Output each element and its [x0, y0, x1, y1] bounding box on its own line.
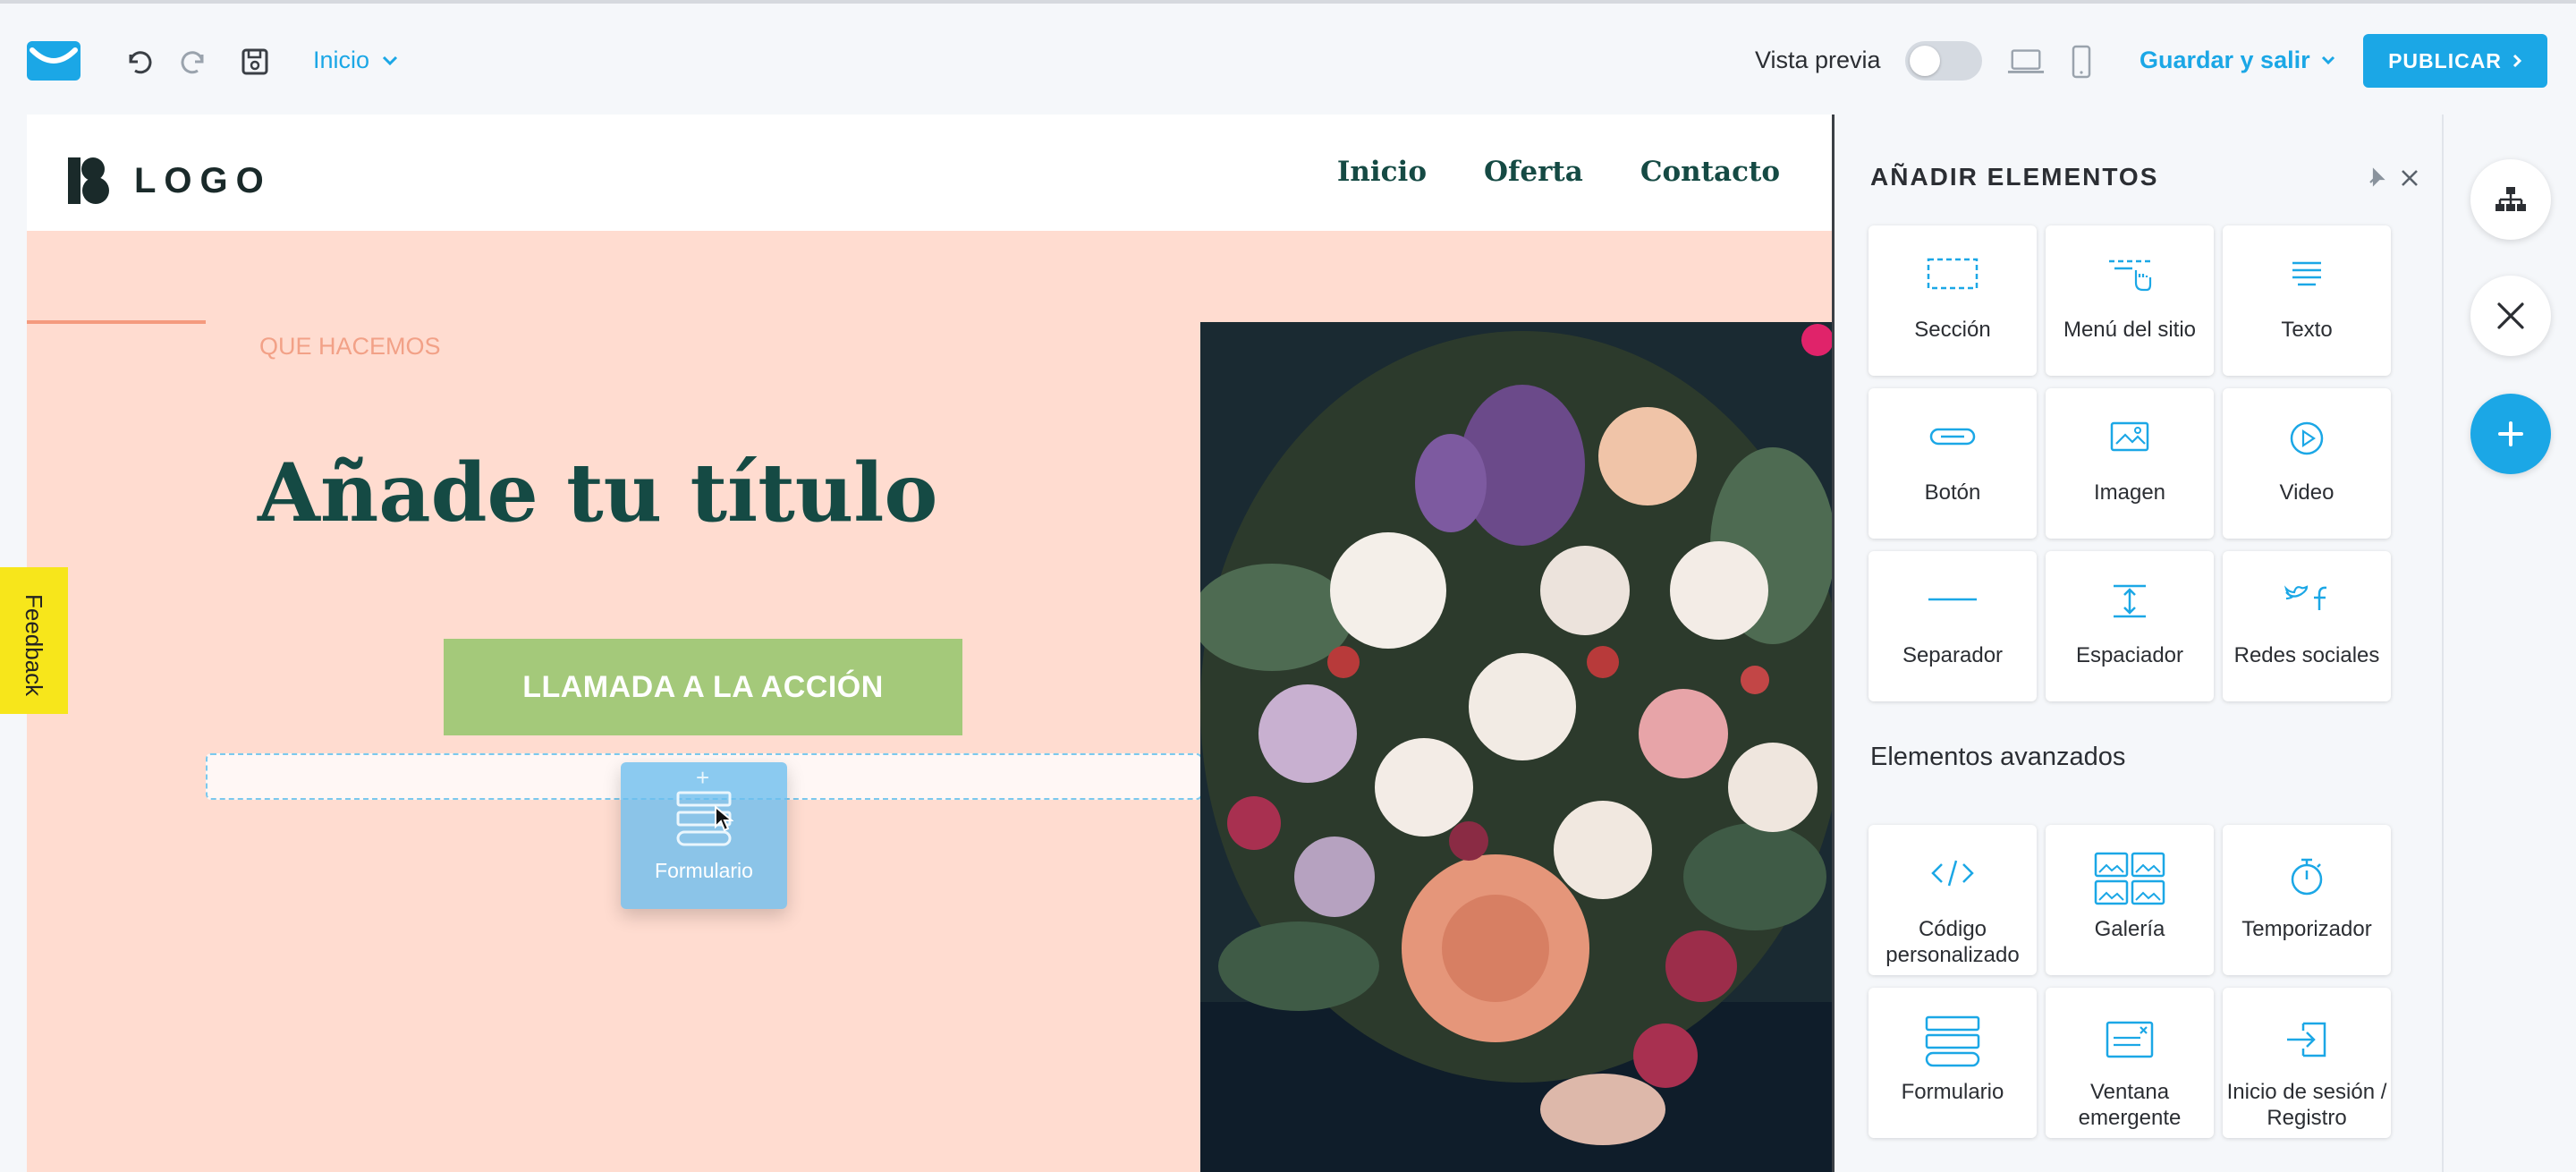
site-menu-icon	[2109, 259, 2152, 292]
tile-gallery[interactable]: Galería	[2046, 825, 2214, 975]
flower-bouquet-image[interactable]	[1200, 322, 1834, 1172]
gallery-icon	[2094, 852, 2165, 905]
logo-text: LOGO	[134, 160, 272, 200]
tile-label: Ventana emergente	[2078, 1080, 2182, 1130]
preview-label: Vista previa	[1755, 47, 1881, 73]
feedback-tab[interactable]: Feedback	[0, 567, 68, 714]
code-icon	[1931, 860, 1974, 887]
chevron-right-icon	[2512, 54, 2522, 68]
video-icon	[2290, 421, 2324, 455]
tile-label: Inicio de sesión / Registro	[2226, 1080, 2387, 1130]
tile-text[interactable]: Texto	[2223, 225, 2391, 376]
tile-spacer[interactable]: Espaciador	[2046, 551, 2214, 701]
page-selector-label: Inicio	[313, 47, 370, 73]
tile-image[interactable]: Imagen	[2046, 388, 2214, 539]
tile-label: Imagen	[2093, 480, 2166, 505]
nav-item-inicio[interactable]: Inicio	[1337, 156, 1427, 188]
tile-label: Espaciador	[2075, 643, 2184, 667]
nav-item-oferta[interactable]: Oferta	[1484, 156, 1583, 188]
timer-icon	[2291, 858, 2323, 896]
advanced-section-title: Elementos avanzados	[1870, 743, 2126, 771]
image-icon	[2110, 421, 2149, 452]
publish-button[interactable]: PUBLICAR	[2363, 34, 2547, 88]
tile-label: Botón	[1924, 480, 1981, 505]
toggle-knob	[1910, 46, 1940, 76]
cta-button[interactable]: LLAMADA A LA ACCIÓN	[444, 639, 962, 735]
getresponse-logo-icon[interactable]	[27, 41, 80, 81]
pin-icon[interactable]	[2365, 166, 2386, 188]
plus-icon	[2498, 421, 2523, 446]
panel-title: AÑADIR ELEMENTOS	[1870, 163, 2159, 191]
chevron-down-icon	[2321, 55, 2334, 65]
section-icon	[1927, 258, 1979, 290]
preview-toggle[interactable]	[1905, 41, 1982, 81]
tile-timer[interactable]: Temporizador	[2223, 825, 2391, 975]
redo-icon[interactable]	[175, 43, 213, 81]
tile-login[interactable]: Inicio de sesión / Registro	[2223, 988, 2391, 1138]
spacer-icon	[2114, 584, 2146, 618]
tile-label: Redes sociales	[2233, 643, 2380, 667]
tile-custom-code[interactable]: Código personalizado	[1868, 825, 2037, 975]
tools-button[interactable]	[2470, 276, 2551, 356]
mouse-cursor-icon	[715, 805, 733, 832]
site-logo[interactable]: LOGO	[68, 157, 272, 204]
tile-video[interactable]: Video	[2223, 388, 2391, 539]
site-header[interactable]: LOGO Inicio Oferta Contacto	[27, 115, 1834, 231]
chevron-down-icon	[382, 55, 398, 65]
save-icon[interactable]	[236, 43, 274, 81]
tile-label: Galería	[2094, 917, 2165, 941]
tile-label: Formulario	[1901, 1080, 2004, 1104]
tile-label: Video	[2279, 480, 2334, 505]
undo-icon[interactable]	[120, 43, 157, 81]
login-icon	[2287, 1022, 2326, 1057]
rail-divider	[2442, 115, 2444, 1172]
nav-item-contacto[interactable]: Contacto	[1640, 156, 1780, 188]
site-nav: Inicio Oferta Contacto	[1337, 156, 1780, 188]
tile-section[interactable]: Sección	[1868, 225, 2037, 376]
add-elements-panel: AÑADIR ELEMENTOS Sección Menú del sitio …	[1835, 115, 2442, 1172]
section-eyebrow[interactable]: QUE HACEMOS	[259, 333, 441, 361]
publish-label: PUBLICAR	[2388, 48, 2502, 72]
tile-form[interactable]: Formulario	[1868, 988, 2037, 1138]
dragged-element-label: Formulario	[655, 859, 753, 882]
separator-icon	[1928, 598, 1977, 601]
dragged-form-element[interactable]: + Formulario	[621, 762, 787, 909]
add-element-button[interactable]	[2470, 394, 2551, 474]
tile-label: Menú del sitio	[2063, 318, 2197, 342]
tile-label: Temporizador	[2241, 917, 2372, 941]
logo-mark-icon	[68, 157, 109, 204]
tile-site-menu[interactable]: Menú del sitio	[2046, 225, 2214, 376]
sitemap-icon	[2496, 187, 2526, 211]
tile-label: Separador	[1902, 643, 2004, 667]
save-exit-label: Guardar y salir	[2140, 47, 2310, 73]
feedback-label: Feedback	[21, 594, 47, 697]
tile-separator[interactable]: Separador	[1868, 551, 2037, 701]
tile-popup[interactable]: Ventana emergente	[2046, 988, 2214, 1138]
cta-label: LLAMADA A LA ACCIÓN	[522, 669, 884, 704]
mobile-view-icon[interactable]	[2063, 43, 2100, 81]
close-panel-icon[interactable]	[2400, 168, 2419, 188]
tile-label: Código personalizado	[1885, 917, 2020, 967]
site-structure-button[interactable]	[2470, 159, 2551, 240]
desktop-view-icon[interactable]	[2007, 43, 2045, 81]
tools-icon	[2497, 302, 2524, 329]
text-icon	[2292, 261, 2321, 286]
tile-social[interactable]: Redes sociales	[2223, 551, 2391, 701]
tile-label: Sección	[1914, 318, 1991, 342]
social-icon	[2284, 585, 2327, 610]
plus-icon: +	[696, 764, 710, 791]
accent-line	[27, 320, 206, 324]
page-selector[interactable]: Inicio	[313, 47, 398, 74]
hero-title[interactable]: Añade tu título	[258, 446, 937, 540]
tile-label: Texto	[2281, 318, 2333, 342]
popup-icon	[2106, 1021, 2154, 1058]
tile-button[interactable]: Botón	[1868, 388, 2037, 539]
save-exit-button[interactable]: Guardar y salir	[2140, 47, 2335, 74]
editor-canvas[interactable]: LOGO Inicio Oferta Contacto QUE HACEMOS …	[27, 115, 1834, 1172]
button-icon	[1929, 428, 1976, 446]
editor-toolbar: Inicio Vista previa Guardar y salir PUBL…	[0, 4, 2576, 111]
form-icon	[1925, 1015, 1980, 1067]
